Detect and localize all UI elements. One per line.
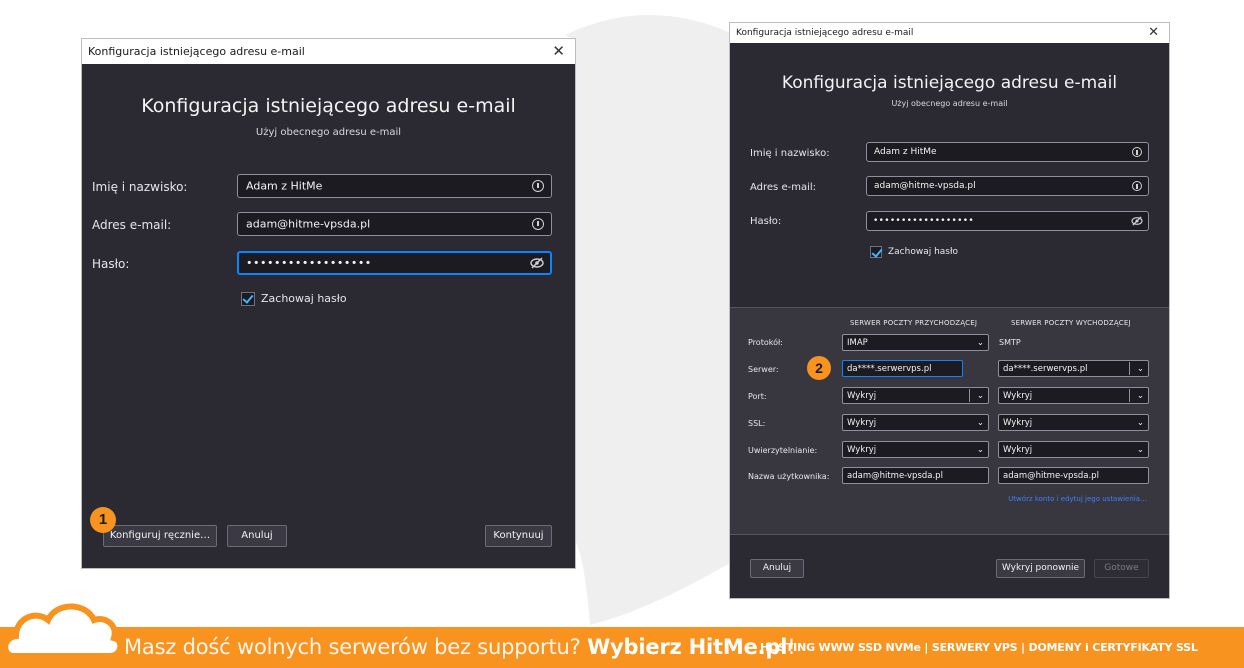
incoming-port-select[interactable]: Wykryj ⌄: [842, 387, 989, 404]
incoming-port-value: Wykryj: [847, 390, 877, 401]
page-subtitle: Użyj obecnego adresu e-mail: [891, 99, 1008, 108]
protocol-label: Protokół:: [748, 338, 783, 347]
eye-slash-icon[interactable]: [1131, 216, 1143, 226]
incoming-server-value: da****.serwervps.pl: [847, 363, 932, 374]
name-value: Adam z HitMe: [874, 147, 937, 157]
chevron-down-icon: ⌄: [976, 337, 984, 348]
username-label: Nazwa użytkownika:: [748, 472, 830, 481]
outgoing-server-header: SERWER POCZTY WYCHODZĄCEJ: [1011, 319, 1131, 327]
port-label: Port:: [748, 392, 767, 401]
cancel-button[interactable]: Anuluj: [227, 525, 287, 547]
eye-slash-icon[interactable]: [530, 257, 544, 269]
step-badge-1: 1: [90, 507, 116, 533]
slogan-brand: Wybierz HitMe.pl: [587, 635, 788, 659]
remember-password-checkbox[interactable]: [241, 292, 255, 306]
page-title: Konfiguracja istniejącego adresu e-mail: [141, 95, 516, 117]
slogan: Masz dość wolnych serwerów bez supportu?…: [124, 635, 796, 659]
server-settings-panel: SERWER POCZTY PRZYCHODZĄCEJ SERWER POCZT…: [730, 307, 1169, 535]
continue-button[interactable]: Kontynuuj: [485, 525, 552, 547]
chevron-down-icon: ⌄: [1136, 444, 1144, 455]
chevron-down-icon: ⌄: [976, 444, 984, 455]
name-input[interactable]: Adam z HitMe: [866, 142, 1149, 162]
password-value: ••••••••••••••••••: [246, 256, 372, 270]
password-input[interactable]: ••••••••••••••••••: [866, 211, 1149, 231]
outgoing-server-select[interactable]: da****.serwervps.pl ⌄: [998, 360, 1149, 377]
incoming-server-header: SERWER POCZTY PRZYCHODZĄCEJ: [850, 319, 978, 327]
cloud-logo-icon: [2, 603, 124, 659]
cancel-button[interactable]: Anuluj: [750, 559, 804, 578]
slogan-prefix: Masz dość wolnych serwerów bez supportu?: [124, 635, 588, 659]
email-input[interactable]: adam@hitme-vpsda.pl: [866, 176, 1149, 196]
step-badge-2: 2: [807, 356, 831, 380]
server-label: Serwer:: [748, 365, 779, 374]
chevron-down-icon: ⌄: [976, 390, 984, 401]
window-title: Konfiguracja istniejącego adresu e-mail: [736, 28, 914, 38]
services-tagline: HOSTING WWW SSD NVMe | SERWERY VPS | DOM…: [760, 641, 1198, 654]
page-title: Konfiguracja istniejącego adresu e-mail: [781, 73, 1118, 93]
create-account-link[interactable]: Utwórz konto i edytuj jego ustawienia…: [1008, 495, 1147, 503]
redetect-button[interactable]: Wykryj ponownie: [996, 559, 1085, 578]
divider: [969, 389, 970, 402]
email-input[interactable]: adam@hitme-vpsda.pl: [237, 212, 552, 236]
incoming-server-input[interactable]: da****.serwervps.pl: [842, 360, 963, 377]
account-setup-window: Konfiguracja istniejącego adresu e-mail …: [82, 39, 575, 568]
title-bar: Konfiguracja istniejącego adresu e-mail …: [82, 39, 575, 64]
outgoing-ssl-value: Wykryj: [1003, 417, 1033, 428]
outgoing-protocol-value: SMTP: [999, 338, 1021, 347]
chevron-down-icon: ⌄: [1136, 390, 1144, 401]
outgoing-port-value: Wykryj: [1003, 390, 1033, 401]
incoming-protocol-select[interactable]: IMAP ⌄: [842, 334, 989, 351]
info-icon: [532, 218, 544, 230]
incoming-protocol-value: IMAP: [847, 337, 868, 348]
name-input[interactable]: Adam z HitMe: [237, 174, 552, 198]
password-label: Hasło:: [92, 257, 130, 271]
outgoing-port-select[interactable]: Wykryj ⌄: [998, 387, 1149, 404]
close-icon[interactable]: ✕: [552, 39, 565, 64]
done-button: Gotowe: [1094, 559, 1149, 578]
info-icon: [1132, 181, 1142, 191]
incoming-username-value: adam@hitme-vpsda.pl: [847, 470, 943, 481]
manual-config-window: Konfiguracja istniejącego adresu e-mail …: [730, 23, 1169, 598]
remember-password-label: Zachowaj hasło: [888, 247, 959, 257]
outgoing-server-value: da****.serwervps.pl: [1003, 363, 1088, 374]
chevron-down-icon: ⌄: [976, 417, 984, 428]
incoming-auth-select[interactable]: Wykryj ⌄: [842, 441, 989, 458]
email-value: adam@hitme-vpsda.pl: [874, 181, 976, 191]
outgoing-username-input[interactable]: adam@hitme-vpsda.pl: [998, 467, 1149, 484]
incoming-username-input[interactable]: adam@hitme-vpsda.pl: [842, 467, 989, 484]
name-label: Imię i nazwisko:: [92, 180, 188, 194]
chevron-down-icon: ⌄: [1136, 417, 1144, 428]
auth-label: Uwierzytelnianie:: [748, 446, 818, 455]
name-value: Adam z HitMe: [246, 179, 323, 193]
page-subtitle: Użyj obecnego adresu e-mail: [255, 127, 402, 138]
outgoing-username-value: adam@hitme-vpsda.pl: [1003, 470, 1099, 481]
window-title: Konfiguracja istniejącego adresu e-mail: [88, 45, 305, 58]
incoming-ssl-value: Wykryj: [847, 417, 877, 428]
email-label: Adres e-mail:: [92, 218, 172, 232]
manual-config-button[interactable]: Konfiguruj ręcznie…: [103, 525, 217, 547]
email-label: Adres e-mail:: [750, 182, 817, 193]
incoming-ssl-select[interactable]: Wykryj ⌄: [842, 414, 989, 431]
outgoing-ssl-select[interactable]: Wykryj ⌄: [998, 414, 1149, 431]
divider: [1129, 362, 1130, 375]
password-input[interactable]: ••••••••••••••••••: [237, 251, 552, 275]
outgoing-auth-value: Wykryj: [1003, 444, 1033, 455]
promo-banner: Masz dość wolnych serwerów bez supportu?…: [0, 627, 1244, 668]
incoming-auth-value: Wykryj: [847, 444, 877, 455]
info-icon: [532, 180, 544, 192]
outgoing-auth-select[interactable]: Wykryj ⌄: [998, 441, 1149, 458]
remember-password-checkbox[interactable]: [870, 246, 882, 258]
email-value: adam@hitme-vpsda.pl: [246, 217, 371, 231]
divider: [1129, 389, 1130, 402]
info-icon: [1132, 147, 1142, 157]
password-value: ••••••••••••••••••: [873, 216, 974, 226]
ssl-label: SSL:: [748, 419, 766, 428]
chevron-down-icon: ⌄: [1136, 363, 1144, 374]
close-icon[interactable]: ✕: [1148, 23, 1159, 43]
title-bar: Konfiguracja istniejącego adresu e-mail …: [730, 23, 1169, 43]
password-label: Hasło:: [750, 216, 782, 227]
name-label: Imię i nazwisko:: [750, 148, 830, 159]
remember-password-label: Zachowaj hasło: [261, 292, 347, 305]
